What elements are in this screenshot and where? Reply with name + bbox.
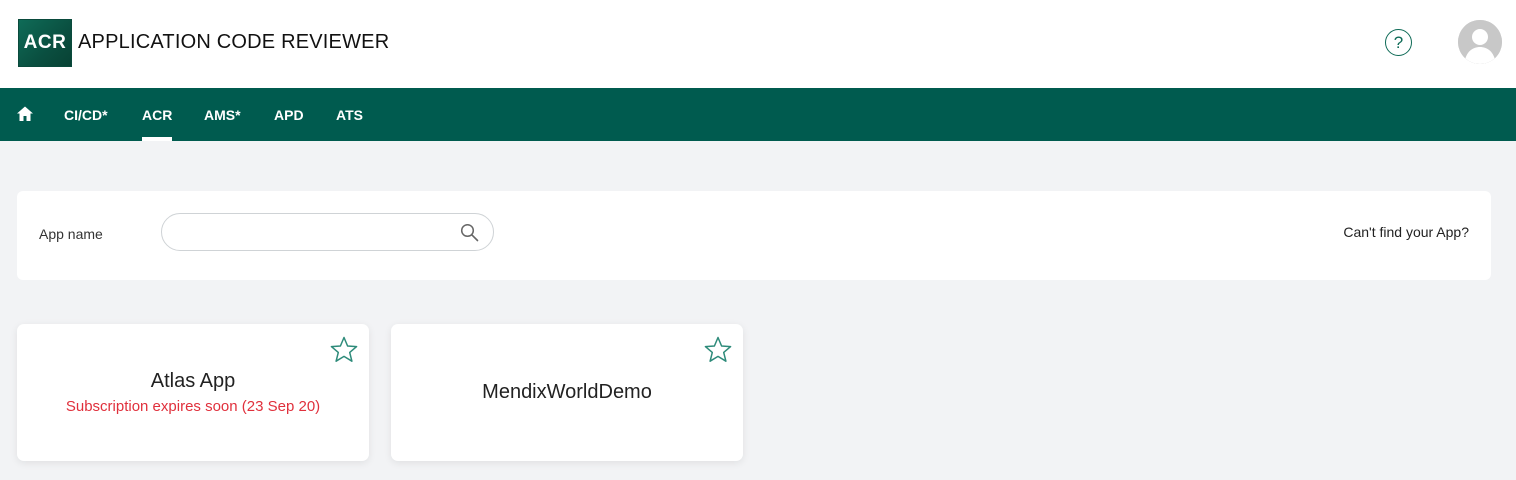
main-nav: CI/CD* ACR AMS* APD ATS [0,88,1516,141]
app-name-search-input[interactable] [178,222,448,244]
app-title: APPLICATION CODE REVIEWER [78,31,390,53]
home-icon[interactable] [16,105,34,123]
nav-tab-label: ACR [142,106,173,123]
nav-tab-ams[interactable]: AMS* [204,88,241,141]
app-name-label: App name [39,226,103,242]
acr-logo[interactable]: ACR [18,19,72,67]
nav-tab-label: CI/CD* [64,106,108,123]
favorite-star-icon[interactable] [703,335,733,365]
app-card-title: Atlas App [150,370,236,392]
app-card-mendixworlddemo[interactable]: MendixWorldDemo [391,324,743,461]
favorite-star-icon[interactable] [329,335,359,365]
nav-tab-label: APD [274,106,304,123]
top-header: ACR APPLICATION CODE REVIEWER ? [0,0,1516,88]
nav-tab-ats[interactable]: ATS [336,88,363,141]
nav-tab-apd[interactable]: APD [274,88,304,141]
search-panel: App name Can't find your App? [17,191,1491,280]
app-card-title: MendixWorldDemo [482,381,652,403]
user-avatar-icon[interactable] [1458,20,1502,64]
search-icon[interactable] [460,223,479,242]
help-button[interactable]: ? [1385,29,1412,56]
cant-find-app-link[interactable]: Can't find your App? [1343,224,1469,240]
nav-tab-cicd[interactable]: CI/CD* [64,88,108,141]
nav-tab-label: AMS* [204,106,241,123]
question-circle-icon: ? [1393,32,1404,52]
app-name-search-box[interactable] [161,213,494,251]
subscription-warning: Subscription expires soon (23 Sep 20) [65,398,321,415]
app-card-atlas[interactable]: Atlas App Subscription expires soon (23 … [17,324,369,461]
nav-tab-acr[interactable]: ACR [142,88,173,141]
nav-tab-label: ATS [336,106,363,123]
